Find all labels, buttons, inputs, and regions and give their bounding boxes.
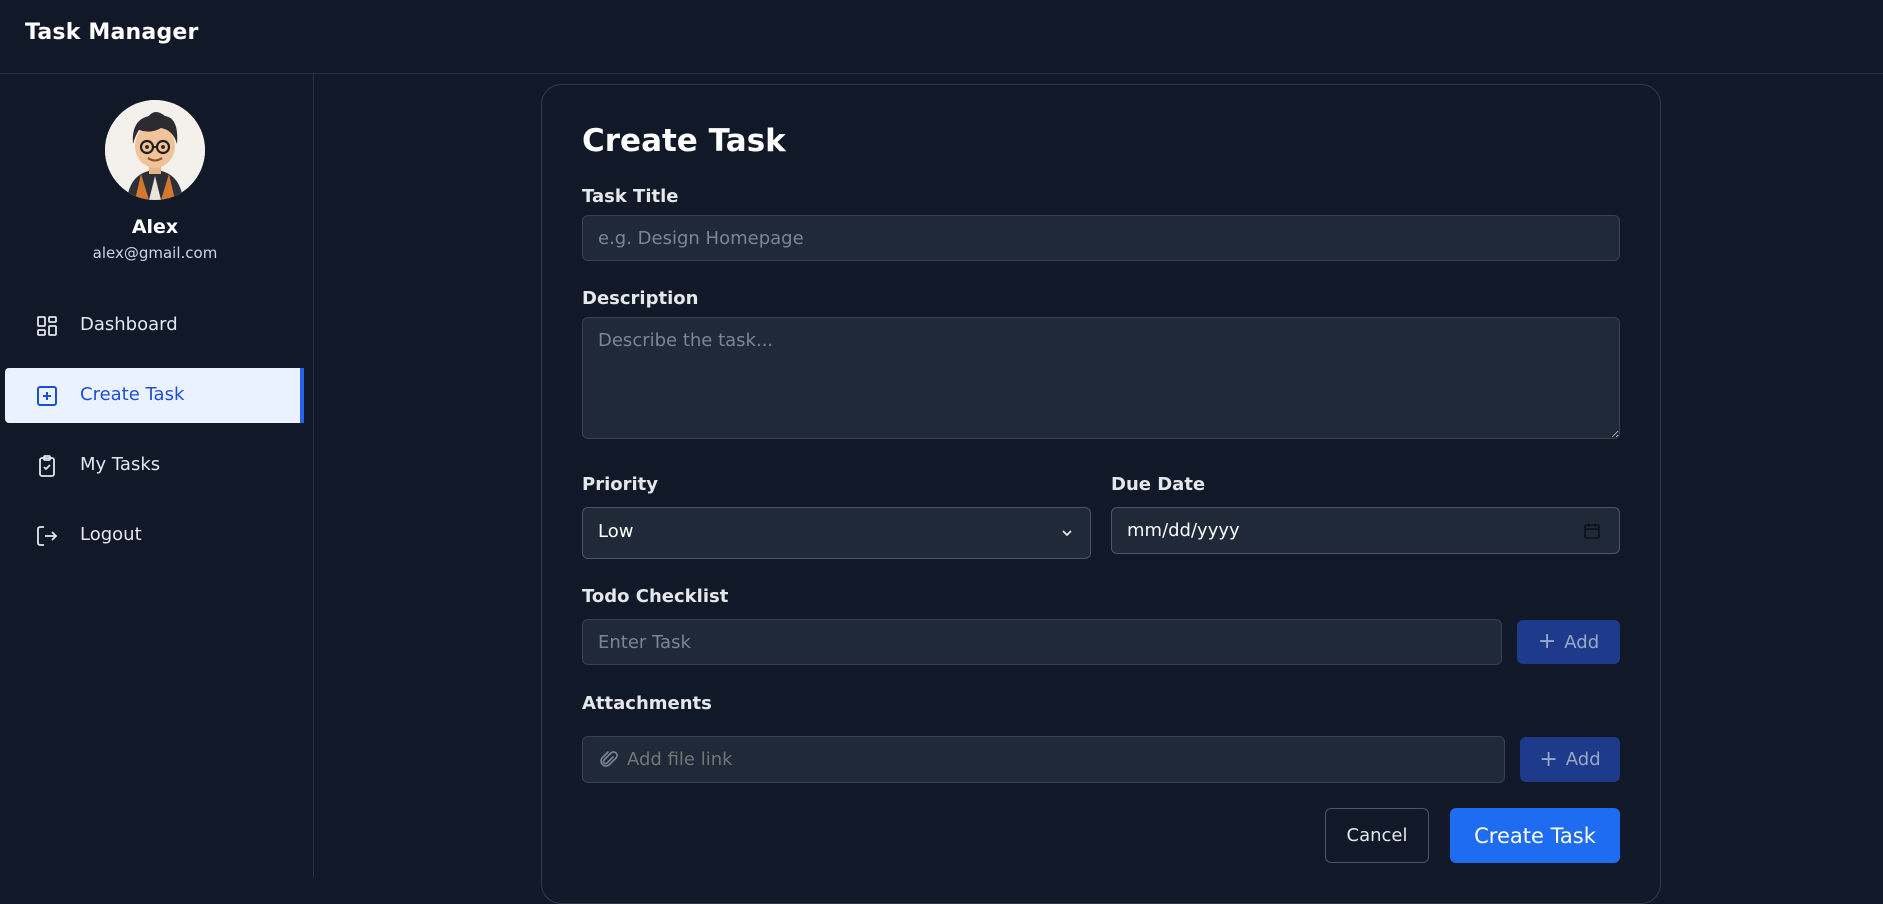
sidebar-item-label: Dashboard [80, 314, 178, 335]
due-date-input[interactable]: mm/dd/yyyy [1111, 507, 1620, 554]
priority-select[interactable]: Low [582, 507, 1091, 559]
todo-checklist-input[interactable] [582, 619, 1502, 665]
attachment-input-wrapper[interactable] [582, 736, 1505, 783]
attachment-link-input[interactable] [627, 737, 1487, 782]
add-attachment-label: Add [1565, 749, 1601, 770]
dashboard-grid-icon [37, 316, 57, 336]
plus-icon: + [1539, 746, 1558, 772]
avatar [105, 100, 205, 200]
avatar-illustration [105, 100, 205, 200]
plus-icon: + [1537, 629, 1557, 654]
add-todo-label: Add [1564, 631, 1600, 653]
sidebar-item-label: Create Task [80, 384, 185, 405]
description-textarea[interactable] [582, 317, 1620, 439]
app-title: Task Manager [25, 20, 199, 45]
task-title-label: Task Title [582, 186, 679, 207]
user-email: alex@gmail.com [92, 244, 218, 262]
description-label: Description [582, 288, 699, 309]
sidebar-item-dashboard[interactable]: Dashboard [5, 298, 304, 353]
priority-value: Low [598, 521, 634, 542]
chevron-down-icon [1062, 530, 1072, 537]
sidebar: Alex alex@gmail.com Dashboard Create Tas… [0, 74, 314, 877]
clipboard-check-icon [39, 455, 55, 477]
task-title-input[interactable] [582, 215, 1620, 261]
attachments-label: Attachments [582, 693, 712, 714]
create-task-card: Create Task Task Title Description Prior… [541, 84, 1661, 904]
logout-icon [37, 526, 58, 546]
plus-square-icon [37, 386, 57, 406]
priority-label: Priority [582, 474, 658, 495]
create-task-button[interactable]: Create Task [1450, 808, 1620, 863]
cancel-button[interactable]: Cancel [1325, 808, 1429, 863]
top-bar: Task Manager [0, 0, 1883, 74]
user-name: Alex [131, 216, 179, 238]
add-attachment-button[interactable]: + Add [1520, 737, 1620, 782]
sidebar-item-label: My Tasks [80, 454, 161, 475]
todo-checklist-label: Todo Checklist [582, 586, 729, 607]
paperclip-icon [600, 751, 618, 767]
sidebar-item-create-task[interactable]: Create Task [5, 368, 304, 423]
add-todo-button[interactable]: + Add [1517, 620, 1620, 664]
due-date-label: Due Date [1111, 474, 1206, 495]
sidebar-item-logout[interactable]: Logout [5, 508, 304, 563]
sidebar-item-my-tasks[interactable]: My Tasks [5, 438, 304, 493]
due-date-placeholder: mm/dd/yyyy [1127, 520, 1240, 541]
page-title: Create Task [582, 123, 786, 159]
calendar-icon[interactable] [1583, 522, 1601, 540]
sidebar-item-label: Logout [80, 524, 142, 545]
